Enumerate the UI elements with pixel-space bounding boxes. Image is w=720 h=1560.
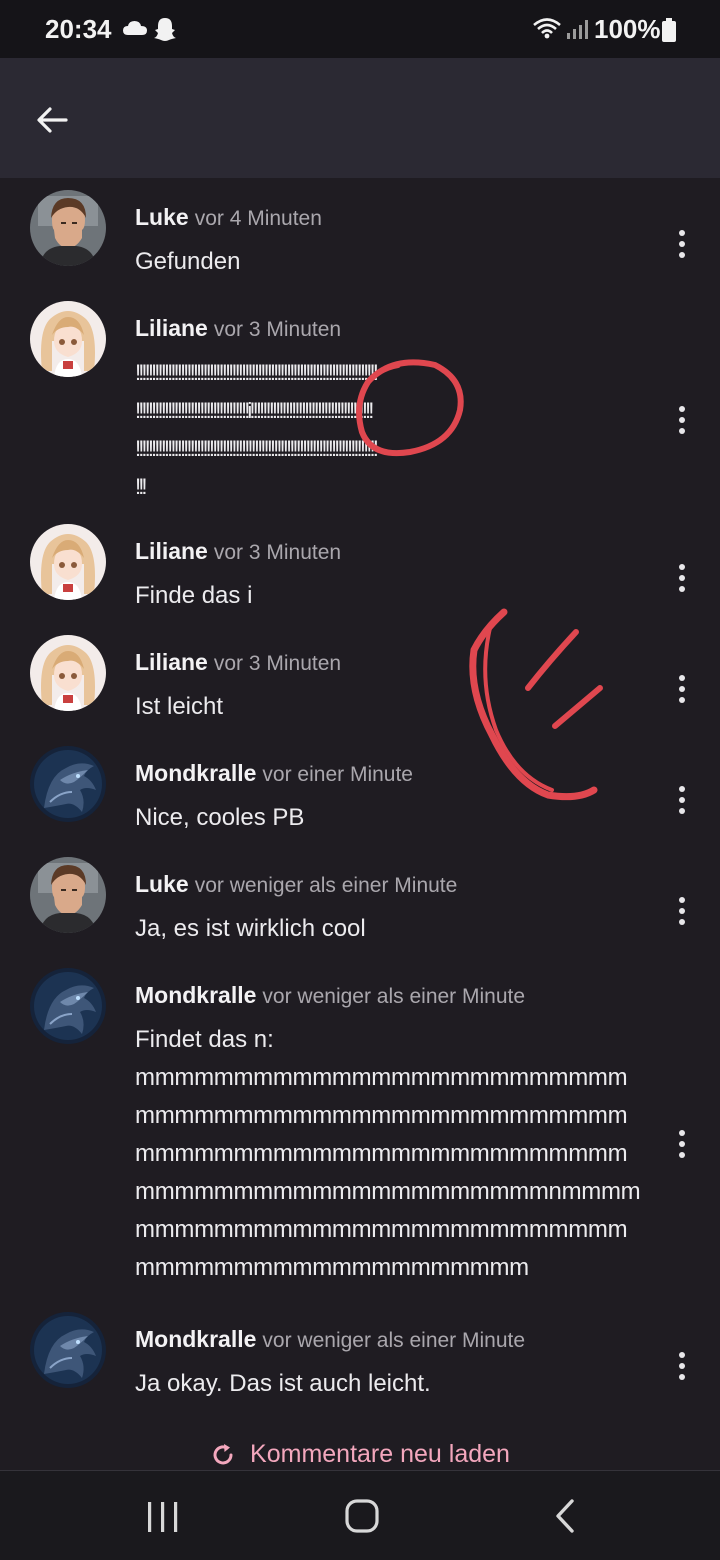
wifi-icon: [533, 18, 561, 39]
reload-comments-button[interactable]: Kommentare neu laden: [210, 1440, 510, 1469]
comment-text: Gefunden: [135, 243, 655, 281]
comment-menu-button[interactable]: [667, 1124, 697, 1164]
comment-timestamp: vor 3 Minuten: [213, 541, 342, 564]
refresh-icon: [213, 1443, 233, 1464]
comment-menu-button[interactable]: [667, 400, 697, 440]
back-chevron-icon: [556, 1499, 574, 1533]
comment-text-line: Ja, es ist wirklich cool: [135, 915, 366, 942]
dragon-avatar[interactable]: [30, 1312, 106, 1388]
status-bar: 20:34 100%: [0, 0, 720, 58]
comment-text-line: !!!: [135, 474, 148, 499]
battery-percent: 100%: [594, 14, 661, 44]
comment-header: Liliane vor 3 Minuten: [135, 538, 341, 568]
comment-header: Liliane vor 3 Minuten: [135, 649, 341, 679]
system-nav-bar: [0, 1470, 720, 1560]
comment-header: Liliane vor 3 Minuten: [135, 315, 341, 345]
comment-timestamp: vor weniger als einer Minute: [194, 874, 458, 897]
comment-timestamp: vor weniger als einer Minute: [262, 1329, 526, 1352]
comment-text-line: !!!!!!!!!!!!!!!!!!!!!!!!!!!!!!!!!!!!!!!!…: [135, 360, 379, 385]
comment-text-line: Ist leicht: [135, 693, 224, 720]
comment-text-line: !!!!!!!!!!!!!!!!!!!!!!!!!!!!!!!!!!!i!!!!…: [135, 398, 374, 423]
comment-menu-button[interactable]: [667, 224, 697, 264]
comment-text-line: !!!!!!!!!!!!!!!!!!!!!!!!!!!!!!!!!!!!!!!!…: [135, 436, 379, 461]
comment-menu-button[interactable]: [667, 558, 697, 598]
reload-comments-label: Kommentare neu laden: [250, 1440, 510, 1468]
snapchat-ghost-icon: [154, 18, 176, 41]
comment-text: Nice, cooles PB: [135, 799, 655, 837]
cloud-icon: [123, 21, 147, 35]
comment-header: Luke vor weniger als einer Minute: [135, 871, 457, 901]
comment-header: Luke vor 4 Minuten: [135, 204, 322, 234]
comment-menu-button[interactable]: [667, 780, 697, 820]
comment-author[interactable]: Liliane: [135, 649, 208, 675]
comment-text-line: Nice, cooles PB: [135, 804, 305, 831]
comment-author[interactable]: Luke: [135, 204, 189, 230]
comment-text-line: Finde das i: [135, 582, 253, 609]
home-icon: [345, 1499, 379, 1533]
liliane-avatar[interactable]: [30, 635, 106, 711]
comment-author[interactable]: Liliane: [135, 315, 208, 341]
comment-text: Ist leicht: [135, 688, 655, 726]
comment-author[interactable]: Mondkralle: [135, 982, 256, 1008]
comment-menu-button[interactable]: [667, 669, 697, 709]
comment-header: Mondkralle vor weniger als einer Minute: [135, 982, 525, 1012]
app-bar: [0, 58, 720, 178]
comment-text-line: Ja okay. Das ist auch leicht.: [135, 1370, 431, 1397]
comment-timestamp: vor 3 Minuten: [213, 652, 342, 675]
comment-author[interactable]: Luke: [135, 871, 189, 897]
recent-apps-icon: [148, 1502, 178, 1532]
comment-text-line: mmmmmmmmmmmmmmmmmmmmmmmmm: [135, 1064, 628, 1091]
battery-icon: [662, 18, 676, 42]
comment-text-line: mmmmmmmmmmmmmmmmmmmmmmmmm: [135, 1216, 628, 1243]
comment-text: Findet das n: mmmmmmmmmmmmmmmmmmmmmmmmm mm…: [135, 1021, 655, 1287]
status-time: 20:34: [45, 14, 112, 44]
luke-avatar[interactable]: [30, 190, 106, 266]
comment-text: !!!!!!!!!!!!!!!!!!!!!!!!!!!!!!!!!!!!!!!!…: [135, 354, 655, 506]
comment-text-line: Gefunden: [135, 248, 241, 275]
comment-menu-button[interactable]: [667, 1346, 697, 1386]
comment-timestamp: vor einer Minute: [262, 763, 413, 786]
comment-header: Mondkralle vor einer Minute: [135, 760, 413, 790]
comment-list: Luke vor 4 Minuten Gefunden Liliane vor 3 Mi…: [0, 178, 720, 1470]
comment-menu-button[interactable]: [667, 891, 697, 931]
comment-author[interactable]: Mondkralle: [135, 1326, 256, 1352]
comment-timestamp: vor weniger als einer Minute: [262, 985, 526, 1008]
comment-text-line: mmmmmmmmmmmmmmmmmmmmmmmmm: [135, 1102, 628, 1129]
luke-avatar[interactable]: [30, 857, 106, 933]
arrow-left-icon: [37, 107, 68, 133]
comment-timestamp: vor 4 Minuten: [194, 207, 322, 230]
comment-text: Ja, es ist wirklich cool: [135, 910, 655, 948]
dragon-avatar[interactable]: [30, 746, 106, 822]
comment-text-line: Findet das n:: [135, 1026, 274, 1053]
comment-timestamp: vor 3 Minuten: [213, 318, 342, 341]
comment-author[interactable]: Mondkralle: [135, 760, 256, 786]
comment-text: Finde das i: [135, 577, 655, 615]
liliane-avatar[interactable]: [30, 524, 106, 600]
comment-text: Ja okay. Das ist auch leicht.: [135, 1365, 655, 1403]
home-button[interactable]: [337, 1497, 387, 1537]
liliane-avatar[interactable]: [30, 301, 106, 377]
comment-author[interactable]: Liliane: [135, 538, 208, 564]
comment-text-line: mmmmmmmmmmmmmmmmmmmm: [135, 1254, 529, 1281]
recent-apps-button[interactable]: [138, 1497, 188, 1537]
back-button[interactable]: [30, 98, 74, 142]
comment-header: Mondkralle vor weniger als einer Minute: [135, 1326, 525, 1356]
comment-text-line: mmmmmmmmmmmmmmmmmmmmmmmmm: [135, 1140, 628, 1167]
signal-icon: [567, 20, 588, 39]
comment-text-line: mmmmmmmmmmmmmmmmmmmmmnmmmm: [135, 1178, 641, 1205]
dragon-avatar[interactable]: [30, 968, 106, 1044]
system-back-button[interactable]: [540, 1497, 590, 1537]
